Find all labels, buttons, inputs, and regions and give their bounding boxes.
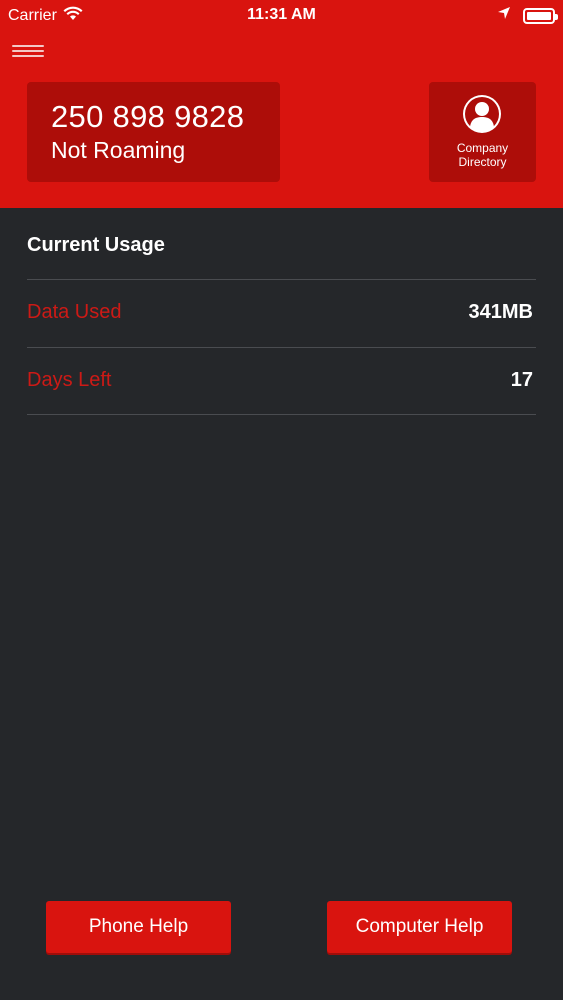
company-directory-button[interactable]: Company Directory xyxy=(429,82,536,182)
days-left-label: Days Left xyxy=(27,369,112,391)
status-bar: Carrier 11:31 AM xyxy=(0,0,563,30)
status-right xyxy=(497,6,558,25)
battery-icon xyxy=(523,7,558,24)
person-avatar-icon xyxy=(462,94,502,134)
computer-help-button[interactable]: Computer Help xyxy=(327,901,512,953)
days-left-value: 17 xyxy=(510,369,533,391)
roaming-status: Not Roaming xyxy=(51,137,186,163)
phone-number-card: 250 898 9828 Not Roaming xyxy=(27,82,280,182)
phone-number: 250 898 9828 xyxy=(51,99,245,134)
header-bar: Carrier 11:31 AM 250 898 9828 Not Roamin… xyxy=(0,0,563,208)
divider xyxy=(27,414,536,415)
phone-help-button[interactable]: Phone Help xyxy=(46,901,231,953)
directory-label: Company Directory xyxy=(456,141,509,169)
usage-title: Current Usage xyxy=(27,234,165,256)
location-arrow-icon xyxy=(497,6,511,25)
hamburger-menu-icon[interactable] xyxy=(12,45,44,63)
data-used-label: Data Used xyxy=(27,301,122,323)
data-used-value: 341MB xyxy=(468,301,533,323)
battery-fill xyxy=(527,11,551,20)
status-time: 11:31 AM xyxy=(247,6,316,23)
divider xyxy=(27,347,536,348)
divider xyxy=(27,279,536,280)
